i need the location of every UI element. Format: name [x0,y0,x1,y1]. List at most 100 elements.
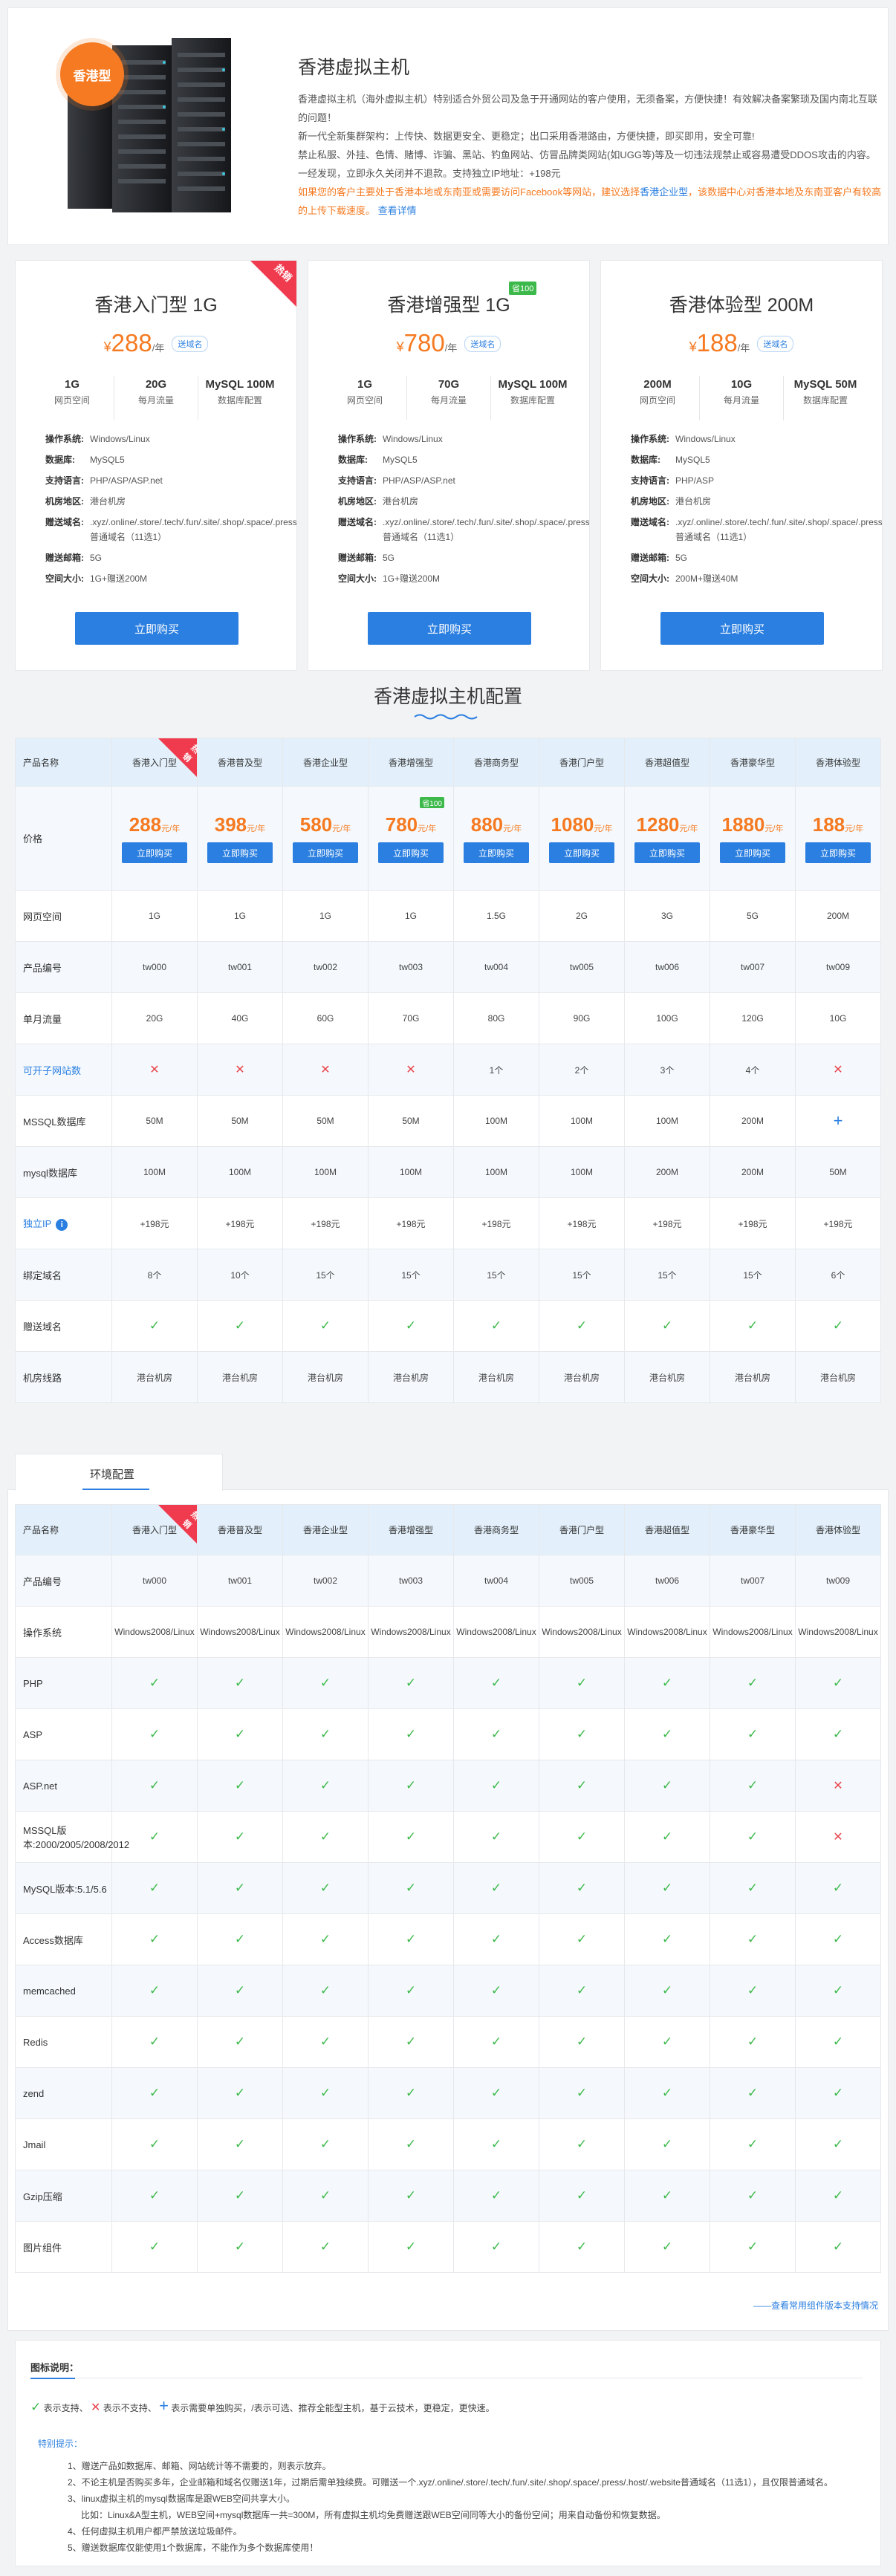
check-icon: ✓ [405,1881,417,1895]
buy-now-button[interactable]: 立即购买 [549,842,614,863]
table-cell: 港台机房 [111,1351,198,1403]
buy-now-button[interactable]: 立即购买 [634,842,700,863]
table-cell: ✓ [111,1965,198,2017]
plan-stats: 1G 网页空间 20G 每月流量 MySQL 100M 数据库配置 [30,376,282,420]
more-details-link[interactable]: 查看详情 [378,205,417,216]
table-cell: ✓ [282,1811,369,1863]
buy-now-button[interactable]: 立即购买 [805,842,871,863]
table-cell: Windows2008/Linux [795,1606,881,1658]
table-cell: +198元 [539,1197,625,1249]
tip-item: 2、不论主机是否购买多年，企业邮箱和域名仅赠送1年，过期后需单独续费。可赠送一个… [68,2477,833,2488]
buy-now-button[interactable]: 立即购买 [378,842,444,863]
price-value: 780 [403,329,445,357]
check-icon: ✓ [490,1727,502,1741]
check-icon: ✓ [405,2188,417,2202]
table-cell: ✓ [197,1811,283,1863]
save-badge: 省100 [509,282,537,295]
table-cell: 40G [197,992,283,1044]
row-label: 网页空间 [15,890,112,942]
check-icon: ✓ [319,1983,331,1997]
row-label: 图片组件 [15,2221,112,2273]
table-cell: tw005 [539,941,625,993]
table-cell: ✓ [710,2016,796,2068]
table-cell: ✓ [111,1913,198,1965]
table-cell: ✓ [710,1965,796,2017]
check-icon: ✓ [319,2137,331,2151]
price-value: 188 [696,329,738,357]
table-cell: 50M [368,1095,454,1147]
check-icon: ✓ [576,1727,588,1741]
check-icon: ✓ [576,2086,588,2100]
buy-now-button[interactable]: 立即购买 [122,842,187,863]
buy-now-button[interactable]: 立即购买 [207,842,273,863]
check-icon: ✓ [576,1318,588,1333]
table-cell: ✓ [539,1708,625,1760]
table-cell: 70G [368,992,454,1044]
tips-title: 特别提示： [38,2439,83,2449]
check-icon: ✓ [661,1881,673,1895]
table-cell: ✓ [368,1760,454,1812]
cross-icon: ✕ [833,1064,843,1076]
component-versions-link[interactable]: ——查看常用组件版本支持情况 [753,2299,878,2312]
row-label: Redis [15,2016,112,2068]
table-cell: 15个 [282,1249,369,1301]
check-icon: ✓ [576,1932,588,1946]
check-icon: ✓ [30,2400,42,2414]
hero-badge: 香港型 [60,42,124,106]
legend-panel: 图标说明： ✓ 表示支持、 ✕ 表示不支持、 + 表示需要单独购买，/表示可选、… [15,2340,881,2566]
check-icon: ✓ [234,2188,246,2202]
table-cell: ✓ [710,2067,796,2119]
table-row: zend ✓ ✓ ✓ ✓ ✓ ✓ ✓ ✓ ✓ [15,2067,881,2119]
buy-now-button[interactable]: 立即购买 [368,612,531,645]
table-cell: ✓ [539,1300,625,1352]
row-label[interactable]: 独立IP i [15,1197,112,1249]
price-value: 288 [111,329,152,357]
table-cell: ✓ [539,1811,625,1863]
buy-now-button[interactable]: 立即购买 [720,842,785,863]
spec-row: 赠送邮箱: 5G [45,553,103,563]
check-icon: ✓ [576,1778,588,1792]
plan-header: 热销 香港入门型 [111,738,201,787]
buy-now-button[interactable]: 立即购买 [75,612,238,645]
table-cell: 50M [795,1146,881,1198]
table-cell: ✓ [282,2118,369,2170]
buy-now-button[interactable]: 立即购买 [660,612,824,645]
plan-header: 香港商务型 [453,738,539,787]
check-icon: ✓ [234,1778,246,1792]
check-icon: ✓ [832,2240,844,2254]
check-icon: ✓ [319,2240,331,2254]
buy-now-button[interactable]: 立即购买 [464,842,529,863]
plus-icon: + [833,1111,843,1130]
check-icon: ✓ [149,1778,160,1792]
spec-row: 机房地区: 港台机房 [338,496,419,507]
info-icon[interactable]: i [56,1219,68,1231]
table-cell: tw001 [197,941,283,993]
spec-row: 支持语言: PHP/ASP/ASP.net [338,475,455,486]
buy-now-button[interactable]: 立即购买 [293,842,358,863]
row-label: zend [15,2067,112,2119]
table-cell: tw003 [368,1555,454,1607]
table-row: ASP ✓ ✓ ✓ ✓ ✓ ✓ ✓ ✓ ✓ [15,1708,881,1760]
table-cell: 100M [197,1146,283,1198]
tab-env-config[interactable]: 环境配置 [15,1454,223,1491]
check-icon: ✓ [149,2188,160,2202]
check-icon: ✓ [747,1881,759,1895]
header-label: 产品名称 [15,738,112,787]
table-row: MSSQL版本:2000/2005/2008/2012 ✓ ✓ ✓ ✓ ✓ ✓ ✓ ✓ ✕ [15,1811,881,1863]
row-label[interactable]: 可开子网站数 [15,1044,112,1096]
config-table: 产品名称 热销 香港入门型 香港普及型 香港企业型 香港增强型 香港商务型 香港门户型 香港超值… [15,738,881,1403]
plan-header: 香港门户型 [539,1504,625,1555]
check-icon: ✓ [661,1676,673,1690]
hero-warning-link[interactable]: 香港企业型 [640,186,688,198]
table-cell: 2个 [539,1044,625,1096]
table-cell: 1G [197,890,283,942]
stat-item: MySQL 100M 数据库配置 [205,378,275,406]
table-cell: 10个 [197,1249,283,1301]
table-cell: tw006 [624,1555,710,1607]
cross-icon: ✕ [833,1780,843,1792]
table-cell: ✓ [197,2221,283,2273]
table-cell: ✓ [453,2016,539,2068]
check-icon: ✓ [576,2137,588,2151]
hero-paragraph: 新一代全新集群架构：上传快、数据更安全、更稳定；出口采用香港路由，方便快捷，即买… [298,131,755,142]
table-cell: ✓ [710,1708,796,1760]
